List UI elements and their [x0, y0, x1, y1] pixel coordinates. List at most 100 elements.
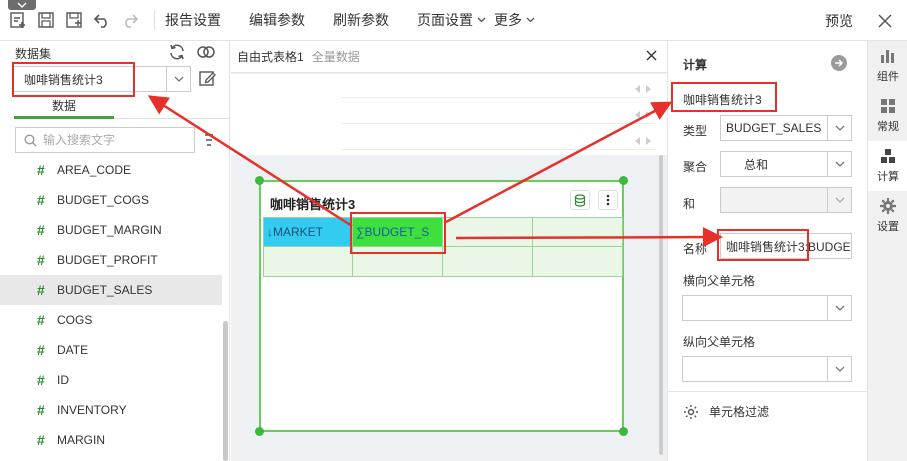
field-item[interactable]: # DATE: [0, 335, 222, 365]
field-list-scrollbar[interactable]: [223, 321, 228, 461]
resize-handle[interactable]: [619, 427, 628, 436]
collapse-toolbar-handle[interactable]: [8, 0, 36, 10]
more-menu[interactable]: 更多: [494, 10, 535, 30]
tab-general[interactable]: 常规: [868, 91, 907, 141]
market-cell[interactable]: ↓MARKET: [263, 217, 353, 247]
chevron-down-icon[interactable]: [166, 67, 190, 91]
chevron-left-icon[interactable]: [635, 82, 641, 96]
field-item-label: BUDGET_MARGIN: [57, 223, 162, 237]
cubes-icon: [881, 149, 895, 163]
chevron-right-icon[interactable]: [645, 82, 651, 96]
vertical-parent-select[interactable]: [682, 356, 852, 382]
field-search[interactable]: [15, 127, 195, 153]
report-canvas[interactable]: 咖啡销售统计3 ↓MARKET ∑BUDGET_S: [231, 155, 667, 461]
field-item[interactable]: # COGS: [0, 305, 222, 335]
toolbar: 报告设置 编辑参数 刷新参数 页面设置 更多 预览: [0, 0, 907, 41]
field-item[interactable]: # ID: [0, 365, 222, 395]
edit-params-button[interactable]: 编辑参数: [249, 10, 305, 30]
save-icon[interactable]: [36, 10, 56, 30]
widget-title: 咖啡销售统计3: [270, 197, 356, 212]
dataset-link-icon[interactable]: [196, 43, 216, 64]
chevron-down-icon[interactable]: [827, 296, 851, 320]
free-table-widget[interactable]: 咖啡销售统计3 ↓MARKET ∑BUDGET_S: [255, 176, 628, 436]
arrow-right-icon[interactable]: [831, 55, 847, 71]
aggregate-select-value: 总和: [744, 157, 769, 172]
field-item-label: BUDGET_PROFIT: [57, 253, 158, 267]
aggregate-select[interactable]: 总和: [720, 151, 852, 177]
and-select[interactable]: [720, 187, 852, 213]
undo-icon[interactable]: [92, 10, 112, 30]
numeric-field-icon: #: [37, 432, 45, 448]
field-item[interactable]: # BUDGET_PROFIT: [0, 245, 222, 275]
component-tab-title[interactable]: 自由式表格1: [237, 48, 304, 65]
database-icon[interactable]: [570, 190, 590, 210]
tab-calculation[interactable]: 计算: [868, 141, 907, 191]
search-input[interactable]: [43, 133, 183, 147]
chevron-down-icon[interactable]: [827, 152, 851, 176]
empty-cell[interactable]: [263, 247, 353, 277]
field-item-label: DATE: [57, 343, 89, 357]
chevron-left-icon[interactable]: [635, 134, 641, 148]
redo-icon[interactable]: [120, 10, 140, 30]
field-item[interactable]: # BUDGET_COGS: [0, 185, 222, 215]
chevron-left-icon[interactable]: [635, 108, 641, 122]
page-settings-menu[interactable]: 页面设置: [417, 10, 486, 30]
calculation-panel: 计算 咖啡销售统计3 类型 BUDGET_SALES 聚合 总和 和 名称 咖啡…: [667, 41, 868, 461]
chevron-down-icon[interactable]: [827, 116, 851, 140]
tab-settings[interactable]: 设置: [868, 191, 907, 241]
empty-cell[interactable]: [353, 247, 443, 277]
aggregate-label: 聚合: [683, 160, 708, 174]
empty-cell[interactable]: [443, 247, 533, 277]
field-item[interactable]: # BUDGET_MARGIN: [0, 215, 222, 245]
budget-sales-cell[interactable]: ∑BUDGET_S: [353, 217, 443, 247]
field-item[interactable]: # BUDGET_SALES: [0, 275, 222, 305]
more-label: 更多: [494, 12, 522, 28]
band-row: [341, 74, 655, 98]
resize-handle[interactable]: [255, 427, 264, 436]
field-item-label: MARGIN: [57, 433, 105, 447]
dataset-select-value: 咖啡销售统计3: [24, 72, 103, 87]
tab-components[interactable]: 组件: [868, 41, 907, 91]
report-settings-button[interactable]: 报告设置: [165, 10, 221, 30]
field-item[interactable]: # INVENTORY: [0, 395, 222, 425]
preview-button[interactable]: 预览: [825, 11, 853, 31]
type-select[interactable]: BUDGET_SALES: [720, 115, 852, 141]
more-vertical-icon[interactable]: [598, 190, 618, 210]
dataset-select[interactable]: 咖啡销售统计3: [13, 66, 191, 92]
chevron-down-icon[interactable]: [827, 188, 851, 212]
chevron-right-icon[interactable]: [645, 108, 651, 122]
chevron-down-icon: [477, 17, 486, 23]
refresh-icon[interactable]: [168, 43, 186, 64]
name-input[interactable]: 咖啡销售统计3:BUDGET_SALES: [720, 233, 852, 259]
empty-cell[interactable]: [533, 217, 623, 247]
resize-handle[interactable]: [619, 176, 628, 185]
grid-icon: [881, 99, 895, 113]
field-item-label: ID: [57, 373, 69, 387]
new-report-icon[interactable]: [8, 10, 28, 30]
sort-icon[interactable]: [204, 133, 214, 150]
horizontal-parent-select[interactable]: [682, 295, 852, 321]
resize-handle[interactable]: [255, 176, 264, 185]
edit-dataset-icon[interactable]: [198, 69, 216, 90]
name-label: 名称: [683, 242, 708, 256]
empty-cell[interactable]: [533, 247, 623, 277]
field-item-label: COGS: [57, 313, 93, 327]
chevron-down-icon[interactable]: [827, 357, 851, 381]
save-as-icon[interactable]: [64, 10, 84, 30]
field-item-label: BUDGET_COGS: [57, 193, 150, 207]
field-item[interactable]: # MARGIN: [0, 425, 222, 455]
field-item[interactable]: # AREA_CODE: [0, 155, 222, 185]
tab-components-label: 组件: [877, 71, 899, 83]
empty-cell[interactable]: [443, 217, 533, 247]
cell-filter-label: 单元格过滤: [709, 405, 770, 419]
canvas-scrollbar[interactable]: [659, 155, 663, 455]
close-icon[interactable]: [875, 11, 895, 31]
refresh-params-button[interactable]: 刷新参数: [333, 10, 389, 30]
close-icon[interactable]: [646, 50, 657, 64]
numeric-field-icon: #: [37, 402, 45, 418]
chevron-right-icon[interactable]: [645, 134, 651, 148]
cell-filter-button[interactable]: 单元格过滤: [683, 403, 769, 420]
gear-icon: [880, 198, 896, 214]
tab-general-label: 常规: [877, 121, 899, 133]
tab-calculation-label: 计算: [877, 171, 899, 183]
